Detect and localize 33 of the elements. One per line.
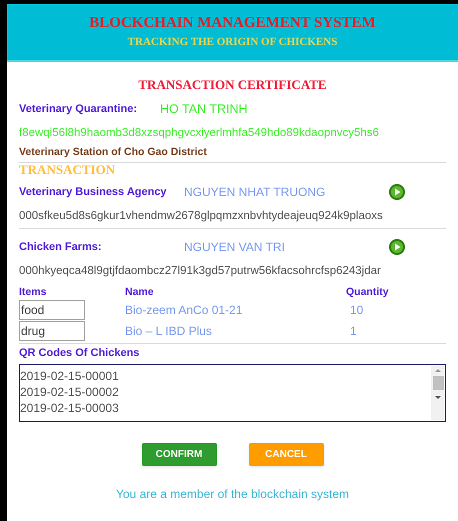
item-field[interactable]: drug — [19, 320, 85, 340]
party-hash: 000hkyeqca48l9gtjfdaombcz27l91k3gd57putrw56kfacsohrcfsp6243jdar — [19, 264, 382, 279]
column-header: Name — [125, 285, 155, 299]
qr-code-line: 2019-02-15-00002 — [20, 384, 120, 400]
field-label: QR Codes Of Chickens — [19, 346, 140, 360]
confirm-button[interactable]: CONFIRM — [142, 443, 216, 466]
play-icon[interactable] — [389, 239, 405, 255]
party-name: NGUYEN NHAT TRUONG — [184, 184, 326, 201]
item-quantity: 1 — [350, 322, 357, 340]
column-header: Quantity — [346, 285, 389, 299]
quarantine-hash: f8ewqi56l8h9haomb3d8xzsqphgvcxiyerlmhfa549hdo89kdaopnvcy5hs6 — [19, 126, 380, 141]
play-icon[interactable] — [389, 184, 405, 200]
item-quantity: 10 — [350, 302, 364, 318]
field-label: Veterinary Business Agency — [19, 184, 168, 200]
quarantine-name: HO TAN TRINH — [160, 100, 248, 118]
qr-code-line: 2019-02-15-00003 — [20, 400, 120, 416]
item-name: Bio-zeem AnCo 01-21 — [125, 302, 244, 318]
party-hash: 000sfkeu5d8s6gkur1vhendmw2678glpqmzxnbvhtydeajeuq924k9plaoxs — [19, 209, 384, 224]
item-field[interactable]: food — [19, 300, 85, 320]
party-name: NGUYEN VAN TRI — [184, 239, 286, 256]
app-title: BLOCKCHAIN MANAGEMENT SYSTEM — [89, 16, 376, 31]
certificate-title: TRANSACTION CERTIFICATE — [138, 78, 327, 91]
section-title: TRANSACTION — [19, 163, 116, 177]
field-label: Veterinary Quarantine: — [19, 102, 138, 117]
field-label: Chicken Farms: — [19, 240, 103, 255]
station-name: Veterinary Station of Cho Gao District — [19, 145, 208, 159]
item-name: Bio – L IBD Plus — [125, 322, 213, 340]
column-header: Items — [19, 285, 48, 299]
app-subtitle: TRACKING THE ORIGIN OF CHICKENS — [128, 37, 338, 48]
qr-code-line: 2019-02-15-00001 — [20, 368, 120, 384]
scrollbar-icon[interactable] — [431, 365, 445, 421]
qr-codes-textarea[interactable]: 2019-02-15-00001 2019-02-15-00002 2019-02-15-00003 — [19, 364, 446, 422]
membership-note: You are a member of the blockchain system — [116, 486, 349, 503]
